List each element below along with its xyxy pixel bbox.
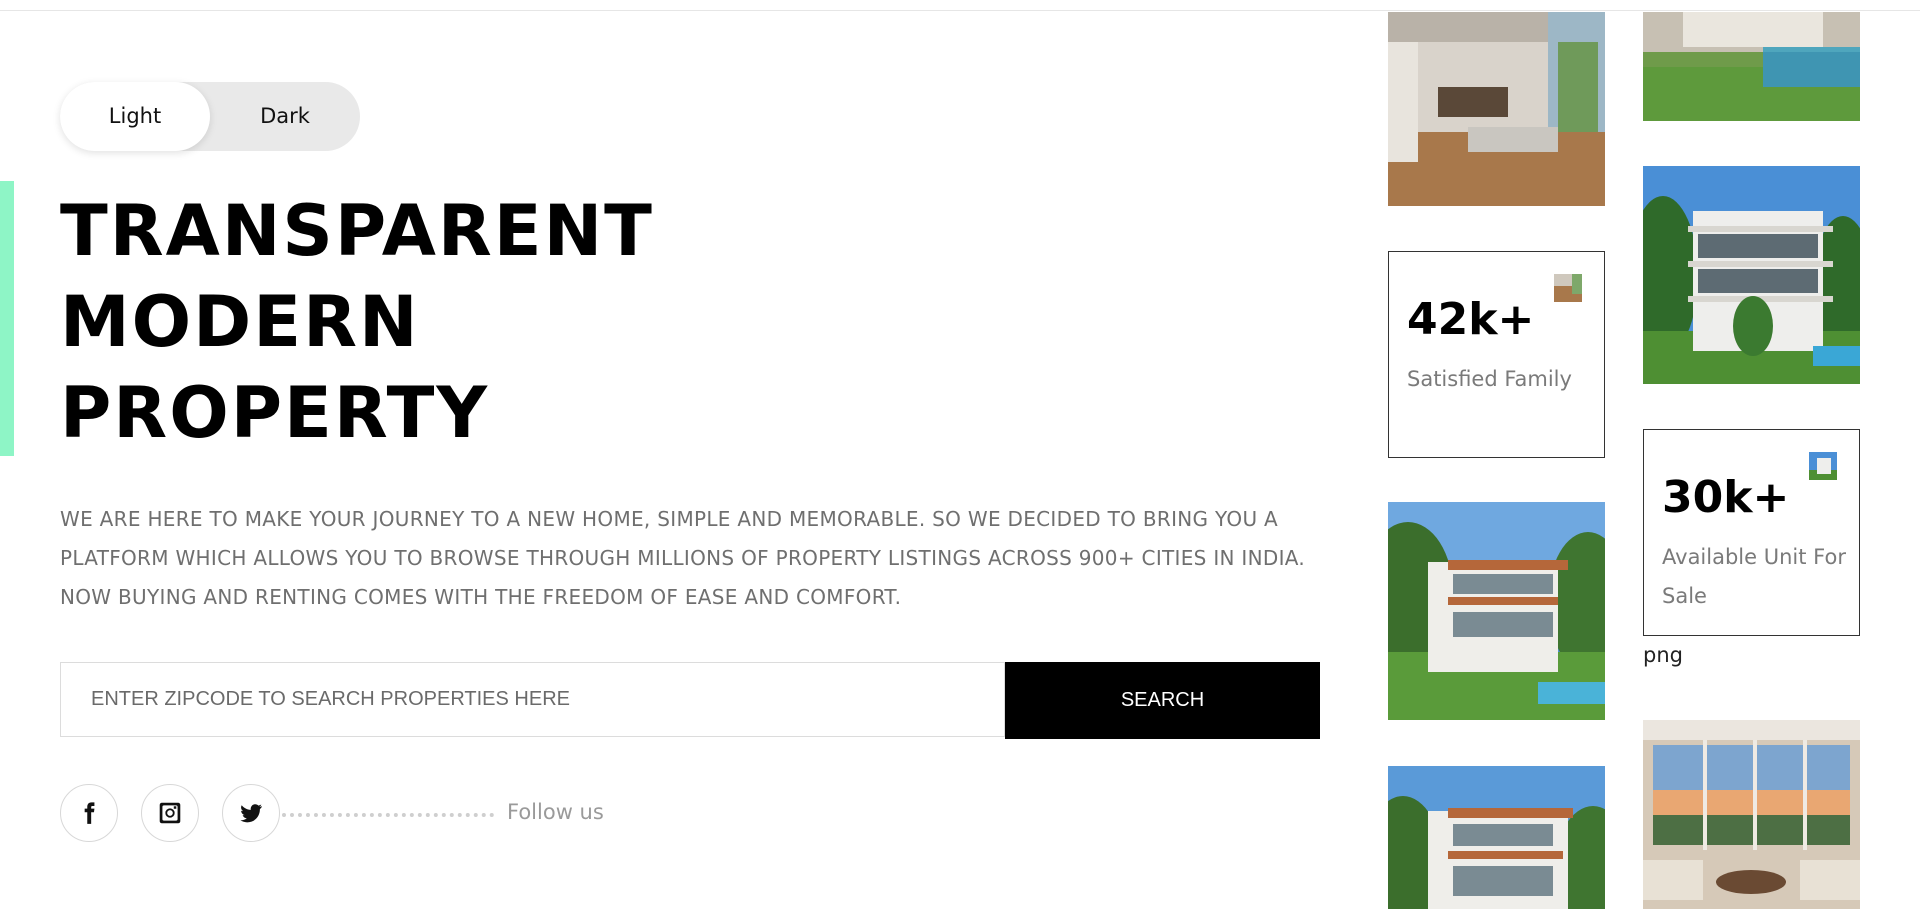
stat-card-satisfied-family: 42k+ Satisfied Family <box>1388 251 1605 458</box>
zipcode-search-input[interactable] <box>60 662 1005 737</box>
instagram-icon <box>159 802 181 824</box>
hero-description: WE ARE HERE TO MAKE YOUR JOURNEY TO A NE… <box>60 507 1306 609</box>
stat-thumbnail <box>1809 452 1837 480</box>
search-button[interactable]: SEARCH <box>1005 662 1320 739</box>
gallery-photo-modern-house-2 <box>1388 766 1605 909</box>
theme-light-option[interactable]: Light <box>60 82 210 151</box>
image-caption: png <box>1643 643 1683 667</box>
stat-label: Available Unit For Sale <box>1662 545 1846 608</box>
twitter-icon <box>240 804 262 823</box>
gallery-photo-villa-pool <box>1643 12 1860 121</box>
hero-title-line-1: TRANSPARENT <box>60 190 654 272</box>
gallery-photo-interior-living <box>1388 12 1605 206</box>
hero-title-line-2: MODERN <box>60 281 420 363</box>
gallery-photo-apartment-building <box>1643 166 1860 384</box>
instagram-button[interactable] <box>141 784 199 842</box>
stat-card-available-units: 30k+ Available Unit For Sale <box>1643 429 1860 636</box>
theme-dark-option[interactable]: Dark <box>210 82 360 151</box>
facebook-button[interactable] <box>60 784 118 842</box>
stat-number: 30k+ <box>1662 472 1790 523</box>
facebook-icon <box>84 802 95 824</box>
stat-number: 42k+ <box>1407 294 1535 345</box>
twitter-button[interactable] <box>222 784 280 842</box>
gallery-photo-modern-house <box>1388 502 1605 720</box>
gallery-photo-sunset-lounge <box>1643 720 1860 909</box>
follow-us-label: Follow us <box>507 800 604 824</box>
header-divider <box>0 10 1920 11</box>
hero-title-line-3: PROPERTY <box>60 372 490 454</box>
follow-divider <box>282 813 494 817</box>
hero-title: TRANSPARENT MODERN PROPERTY <box>60 186 654 459</box>
theme-toggle[interactable]: Light Dark <box>60 82 360 151</box>
stat-thumbnail <box>1554 274 1582 302</box>
accent-bar <box>0 181 14 456</box>
stat-label: Satisfied Family <box>1407 367 1572 391</box>
